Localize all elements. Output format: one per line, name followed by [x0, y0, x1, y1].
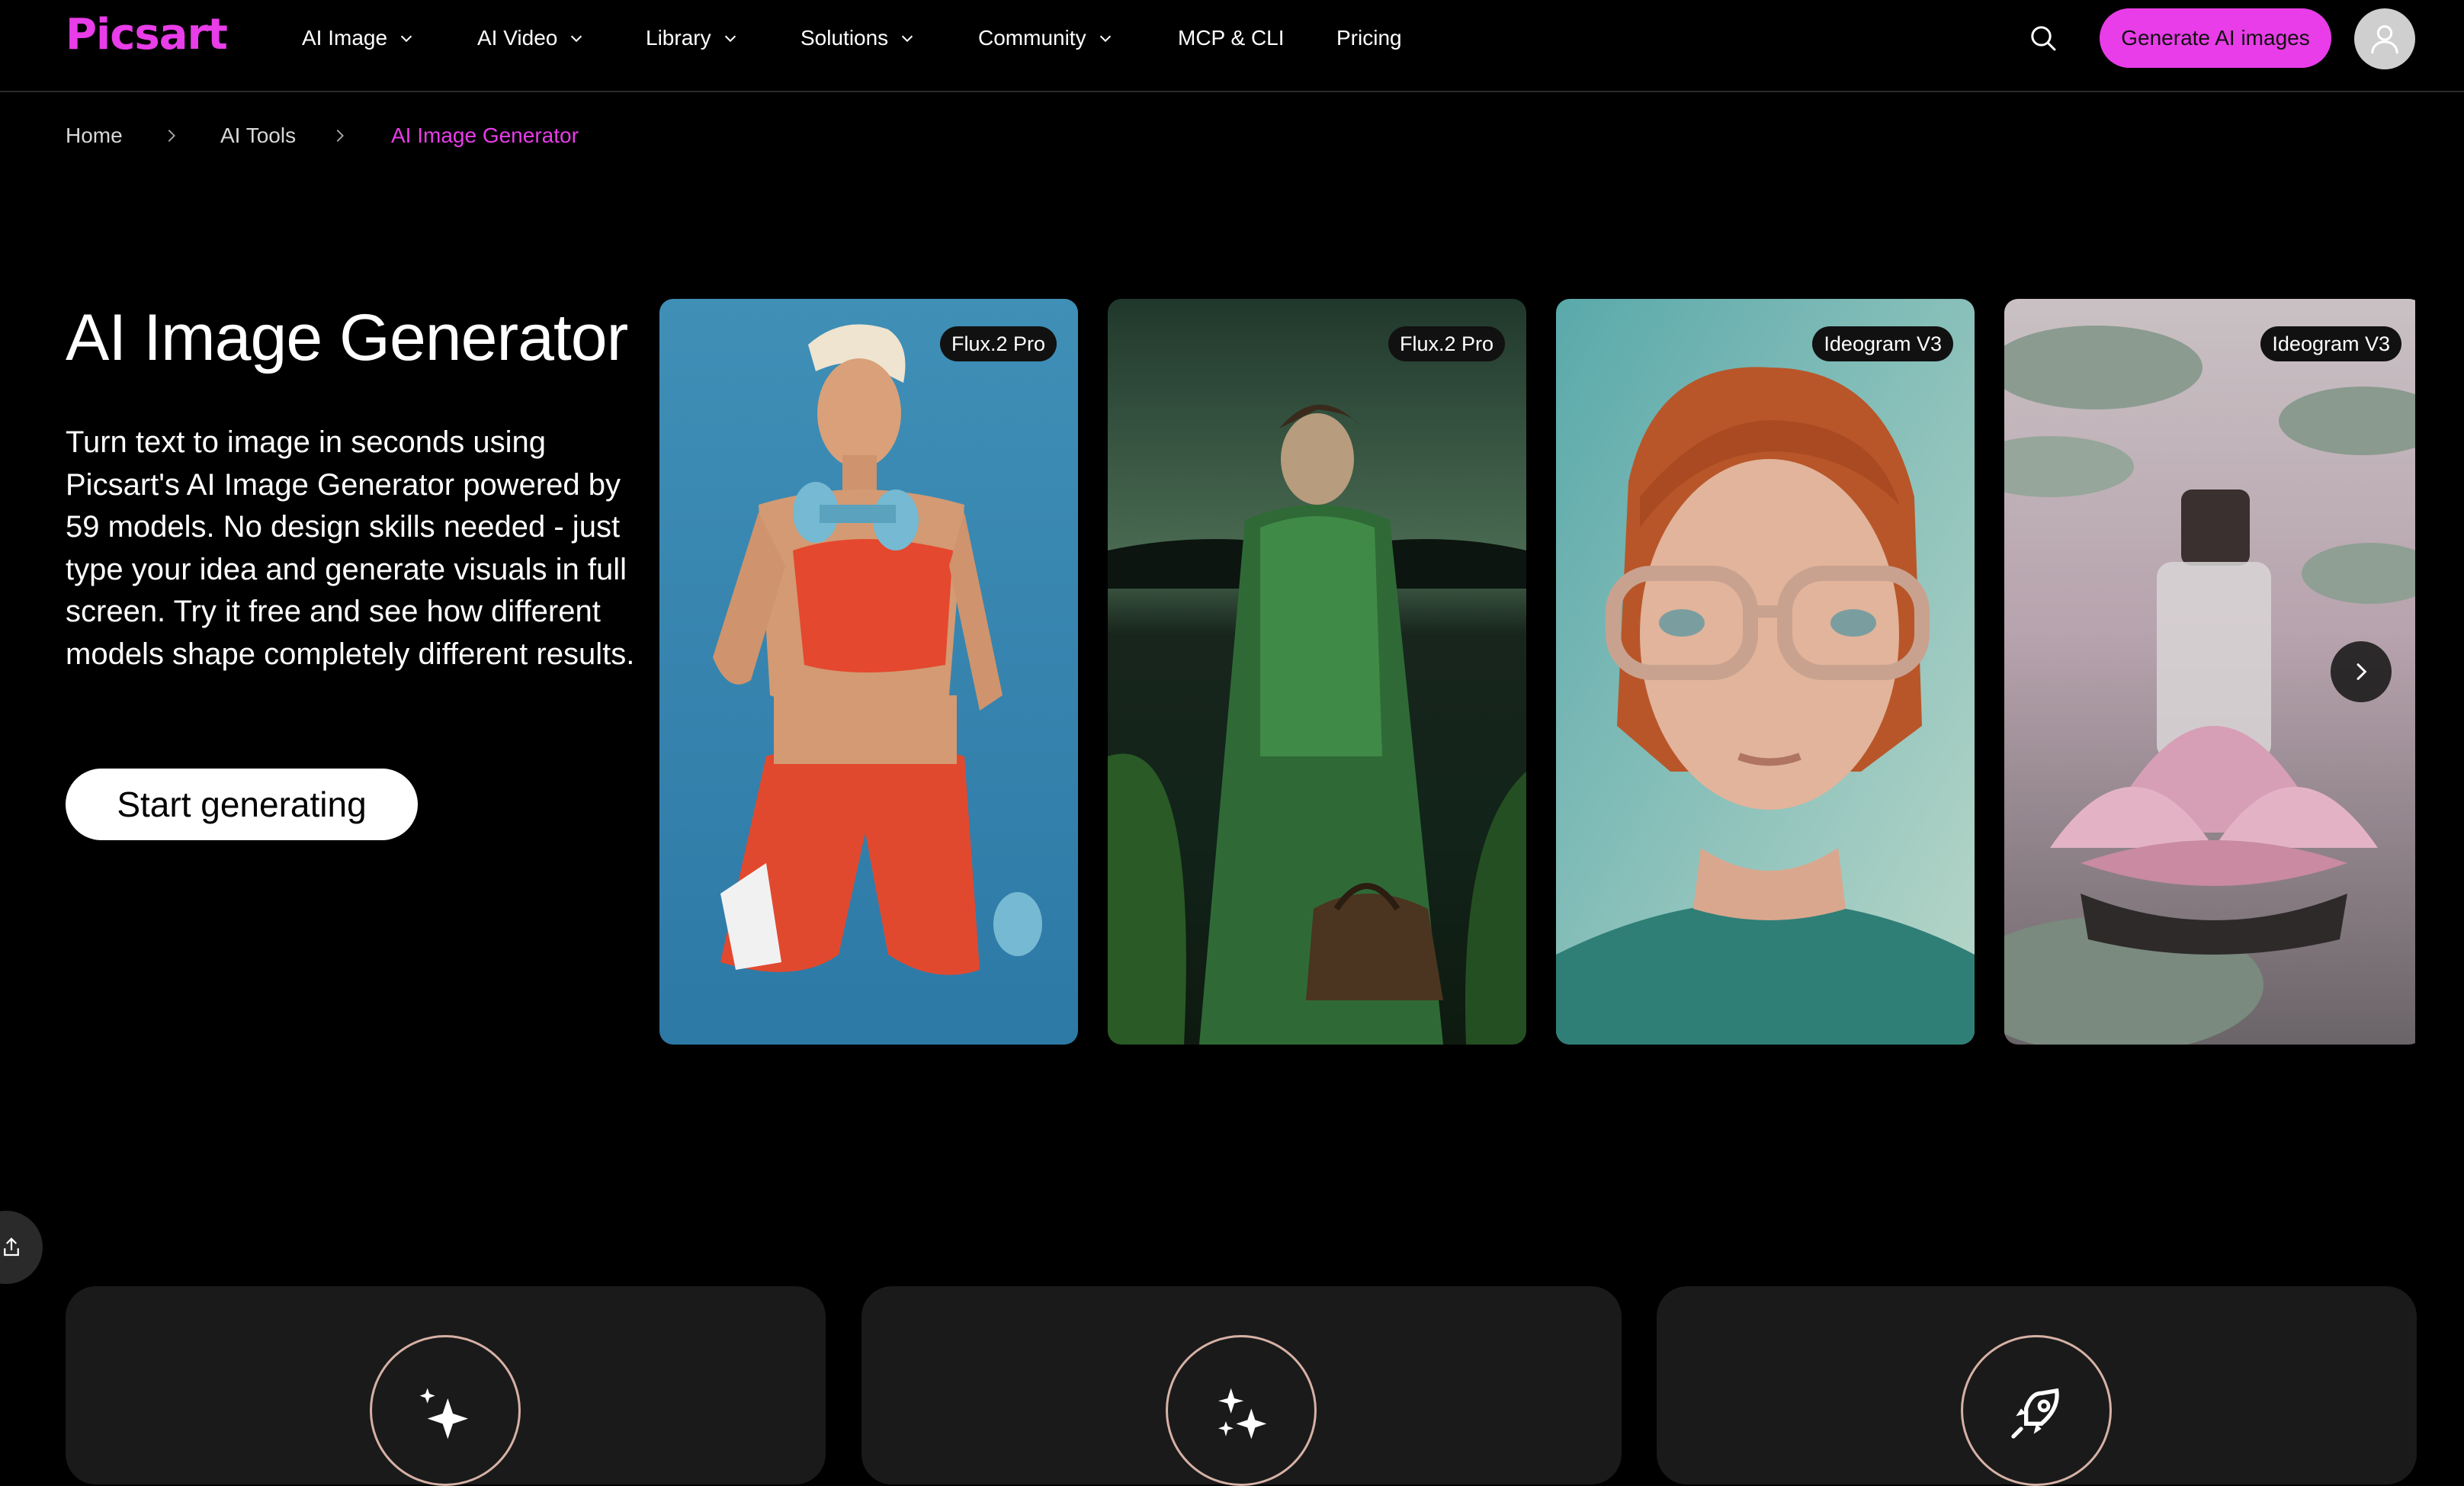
model-badge: Flux.2 Pro [1388, 326, 1505, 361]
chevron-down-icon [571, 35, 582, 43]
model-badge: Flux.2 Pro [939, 326, 1057, 361]
nav-label: AI Video [477, 26, 558, 50]
example-card[interactable]: Ideogram V3 [1556, 299, 1975, 1045]
example-card[interactable]: Flux.2 Pro [1108, 299, 1526, 1045]
user-icon [2371, 25, 2398, 54]
nav-mcp-cli[interactable]: MCP & CLI [1178, 21, 1285, 55]
start-generating-button[interactable]: Start generating [66, 769, 418, 840]
breadcrumb-home[interactable]: Home [66, 120, 123, 151]
example-card[interactable]: Flux.2 Pro [659, 299, 1078, 1045]
nav-library[interactable]: Library [646, 21, 739, 55]
nav-community[interactable]: Community [978, 21, 1114, 55]
example-images-carousel: Flux.2 Pro Flux.2 Pro Ideogram V3 Ideogr… [659, 299, 2415, 1045]
nav-label: Library [646, 26, 711, 50]
feature-card [1657, 1286, 2417, 1486]
feature-card [66, 1286, 826, 1486]
nav-label: Community [978, 26, 1086, 50]
breadcrumb-current: AI Image Generator [391, 124, 579, 147]
generate-ai-images-button[interactable]: Generate AI images [2100, 8, 2331, 68]
top-navigation-bar: Picsart AI Image AI Video Library Soluti… [0, 0, 2464, 92]
hero-description: Turn text to image in seconds using Pics… [66, 425, 635, 671]
feature-card [861, 1286, 1622, 1486]
sparkles-icon [1218, 1388, 1267, 1439]
search-button[interactable] [2026, 21, 2060, 55]
chevron-down-icon [400, 35, 412, 43]
rocket-icon [2011, 1388, 2059, 1439]
feature-icon-wrapper [370, 1335, 521, 1486]
feature-icon-wrapper [1166, 1335, 1317, 1486]
user-avatar[interactable] [2354, 8, 2415, 69]
feature-icon-wrapper [1961, 1335, 2112, 1486]
carousel-next-button[interactable] [2331, 641, 2392, 702]
nav-label: Pricing [1336, 26, 1402, 50]
model-badge: Ideogram V3 [2260, 326, 2401, 361]
model-badge: Ideogram V3 [1812, 326, 1953, 361]
nav-label: MCP & CLI [1178, 26, 1285, 50]
picsart-logo[interactable]: Picsart [66, 12, 228, 58]
example-image [1108, 299, 1526, 1045]
example-image [1556, 299, 1975, 1045]
nav-ai-image[interactable]: AI Image [302, 21, 415, 55]
chevron-right-icon [336, 130, 344, 142]
chevron-down-icon [902, 35, 913, 43]
chevron-down-icon [1099, 35, 1111, 43]
breadcrumb-ai-tools[interactable]: AI Tools [220, 120, 296, 151]
chevron-down-icon [724, 35, 736, 43]
chevron-right-icon [2357, 663, 2367, 680]
nav-pricing[interactable]: Pricing [1336, 21, 1402, 55]
example-image [659, 299, 1078, 1045]
nav-label: AI Image [302, 26, 388, 50]
share-icon [4, 1237, 19, 1257]
nav-ai-video[interactable]: AI Video [477, 21, 585, 55]
nav-label: Solutions [800, 26, 889, 50]
share-button[interactable] [0, 1211, 43, 1284]
page-title: AI Image Generator [66, 301, 628, 374]
search-icon [2031, 26, 2056, 51]
sparkle-icon [419, 1388, 468, 1439]
chevron-right-icon [168, 130, 175, 142]
nav-solutions[interactable]: Solutions [800, 21, 916, 55]
